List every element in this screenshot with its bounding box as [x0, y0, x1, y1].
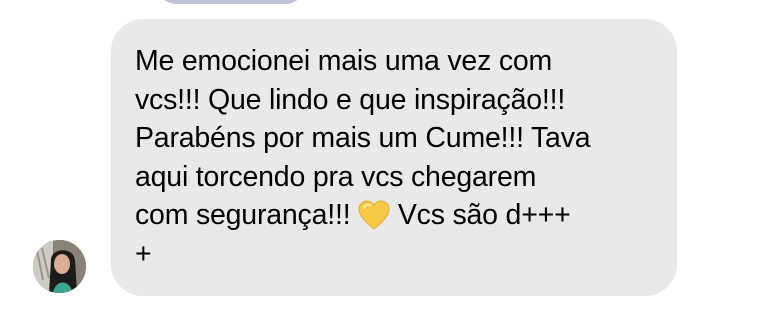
message-line: +	[135, 237, 152, 270]
message-bubble[interactable]: Me emocionei mais uma vez com vcs!!! Que…	[111, 19, 677, 296]
message-line: Me emocionei mais uma vez com	[135, 45, 553, 77]
message-text: Me emocionei mais uma vez com vcs!!! Que…	[135, 42, 657, 273]
yellow-heart-icon	[358, 200, 390, 230]
message-line: com segurança!!!	[135, 199, 359, 231]
avatar-photo	[33, 240, 86, 293]
previous-message-bubble-edge	[158, 0, 304, 4]
message-line: Parabéns por mais um Cume!!! Tava	[135, 122, 591, 154]
message-line: vcs!!! Que lindo e que inspiração!!!	[135, 83, 566, 116]
message-line: Vcs são d+++	[390, 199, 571, 231]
message-line: aqui torcendo pra vcs chegarem	[135, 160, 537, 193]
sender-avatar[interactable]	[33, 240, 86, 293]
